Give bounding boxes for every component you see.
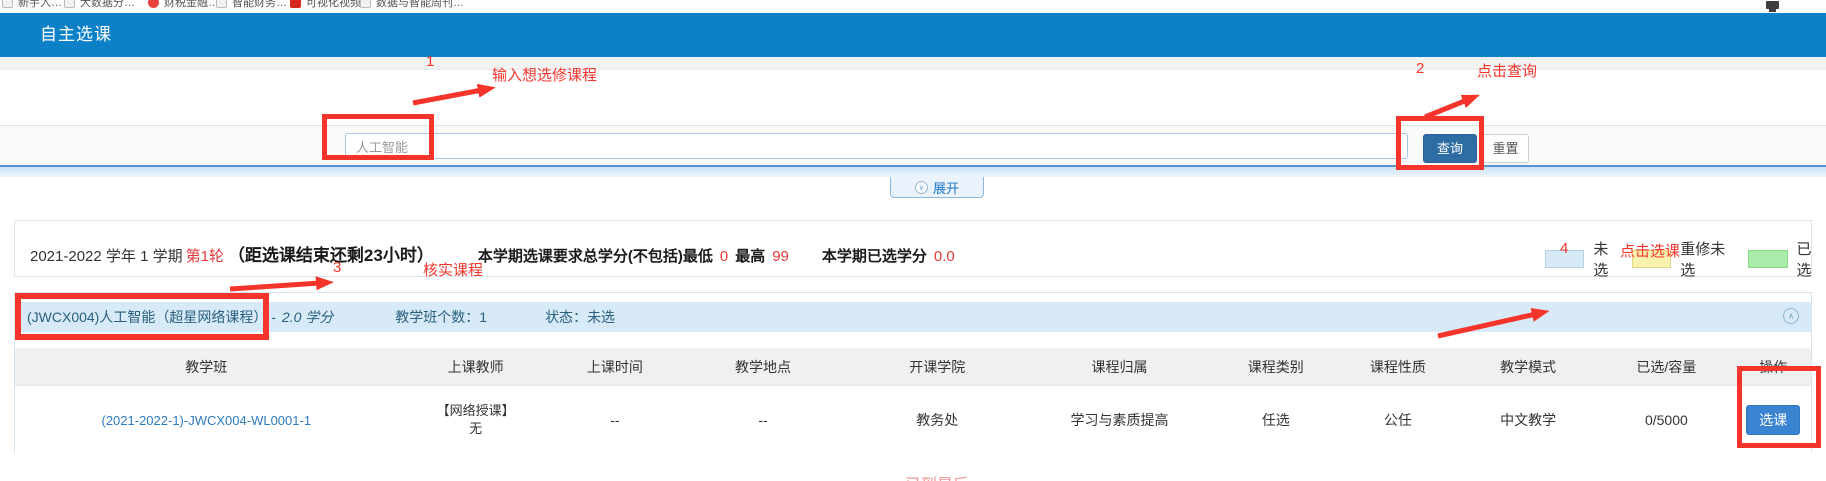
location-cell: -- [676, 412, 850, 428]
col-header-category: 课程类别 [1215, 357, 1337, 377]
subheader-strip [0, 57, 1826, 70]
bookmark-item[interactable]: 可视化视频 [290, 0, 361, 12]
bookmark-favicon [64, 0, 75, 8]
time-cell: -- [554, 412, 676, 428]
annotation-rect-search-input [322, 114, 434, 160]
bookmark-favicon [216, 0, 227, 8]
bookmark-label: 数据与智能周刊… [376, 0, 464, 10]
expand-filters-tab[interactable]: ∨ 展开 [890, 177, 984, 198]
bookmark-favicon [2, 0, 13, 8]
legend-label-selected: 已选 [1797, 238, 1826, 280]
teacher-name: 无 [398, 420, 554, 438]
class-count-label: 教学班个数： [395, 307, 479, 327]
annotation-step2-label: 点击查询 [1477, 60, 1537, 81]
course-status-value: 未选 [587, 307, 615, 327]
teacher-tag: 【网络授课】 [398, 402, 554, 420]
term-label: 2021-2022 学年 1 学期 [30, 245, 183, 266]
status-legend: 未选 重修未选 已选 [1545, 238, 1826, 280]
bookmark-favicon-red-square [290, 0, 301, 8]
col-header-capacity: 已选/容量 [1597, 357, 1735, 377]
bookmark-item[interactable]: 智能财务… [216, 0, 287, 12]
legend-label-retake: 重修未选 [1680, 238, 1739, 280]
bookmark-favicon-red-dot [148, 0, 159, 8]
bookmark-label: 新手入… [18, 0, 62, 10]
semester-info-line: 2021-2022 学年 1 学期 第1轮 （距选课结束还剩23小时） 本学期选… [30, 241, 962, 266]
bookmark-item[interactable]: 大数据分… [64, 0, 135, 12]
max-credit-value: 99 [772, 248, 789, 265]
category-cell: 任选 [1215, 410, 1337, 430]
annotation-rect-query-button [1396, 116, 1484, 170]
college-cell: 教务处 [850, 410, 1024, 430]
selected-credit-label: 本学期已选学分 [822, 245, 927, 266]
max-credit-label: 最高 [735, 245, 765, 266]
course-search-input[interactable] [345, 133, 1408, 159]
capacity-cell: 0/5000 [1597, 412, 1735, 428]
annotation-step3-label: 核实课程 [423, 259, 483, 280]
bookmark-item[interactable]: 财税金融… [148, 0, 219, 12]
bookmark-favicon [360, 0, 371, 8]
class-table-header: 教学班 上课教师 上课时间 教学地点 开课学院 课程归属 课程类别 课程性质 教… [15, 348, 1811, 386]
bookmark-item[interactable]: 数据与智能周刊… [360, 0, 464, 12]
annotation-arrow-2 [1415, 88, 1495, 123]
min-credit-value: 0 [720, 248, 728, 265]
course-credits: 2.0 学分 [282, 307, 333, 327]
mode-cell: 中文教学 [1459, 410, 1597, 430]
col-header-affiliation: 课程归属 [1024, 357, 1214, 377]
class-code-link[interactable]: (2021-2022-1)-JWCX004-WL0001-1 [102, 413, 312, 428]
credit-requirement-label: 本学期选课要求总学分(不包括)最低 [478, 245, 713, 266]
end-of-list-text: 已到最后 [905, 471, 969, 481]
bookmark-item[interactable]: 新手入… [2, 0, 62, 12]
annotation-rect-course-title [15, 293, 269, 340]
annotation-step1-number: 1 [426, 53, 434, 70]
reset-button[interactable]: 重置 [1482, 134, 1529, 163]
bookmark-label: 智能财务… [232, 0, 287, 10]
filter-collapse-band [0, 165, 1826, 177]
col-header-time: 上课时间 [554, 357, 676, 377]
chevron-down-icon: ∨ [915, 181, 928, 194]
round-label: 第1轮 [186, 245, 224, 266]
annotation-arrow-4 [1428, 300, 1568, 342]
teacher-cell: 【网络授课】 无 [398, 402, 554, 438]
annotation-step4-label: 点击选课 [1620, 240, 1680, 261]
annotation-rect-action-column [1737, 366, 1821, 448]
bookmark-label: 财税金融… [164, 0, 219, 10]
class-count-value: 1 [479, 309, 487, 325]
app-header: 自主选课 [0, 13, 1826, 57]
legend-swatch-selected [1748, 250, 1787, 268]
browser-bookmarks-bar: 新手入… 大数据分… 财税金融… 智能财务… 可视化视频 数据与智能周刊… [0, 0, 1826, 13]
course-status-label: 状态： [545, 307, 587, 327]
expand-tab-label: 展开 [933, 178, 959, 197]
affiliation-cell: 学习与素质提高 [1024, 410, 1214, 430]
legend-label-unselected: 未选 [1593, 238, 1623, 280]
class-table-row: (2021-2022-1)-JWCX004-WL0001-1 【网络授课】 无 … [15, 386, 1811, 453]
bookmark-label: 可视化视频 [306, 0, 361, 10]
col-header-nature: 课程性质 [1337, 357, 1459, 377]
bookmark-label: 大数据分… [80, 0, 135, 10]
col-header-mode: 教学模式 [1459, 357, 1597, 377]
course-selection-page: 新手入… 大数据分… 财税金融… 智能财务… 可视化视频 数据与智能周刊… 自主… [0, 0, 1826, 481]
col-header-class: 教学班 [15, 357, 398, 377]
monitor-icon[interactable] [1766, 1, 1779, 9]
col-header-teacher: 上课教师 [398, 357, 554, 377]
col-header-location: 教学地点 [676, 357, 850, 377]
annotation-arrow-1 [400, 80, 510, 110]
selected-credit-value: 0.0 [934, 248, 955, 265]
annotation-step4-number: 4 [1560, 240, 1568, 257]
annotation-step2-number: 2 [1416, 60, 1424, 77]
page-title: 自主选课 [40, 13, 112, 57]
annotation-arrow-3 [220, 272, 350, 298]
countdown-label: （距选课结束还剩23小时） [228, 241, 434, 266]
col-header-college: 开课学院 [850, 357, 1024, 377]
nature-cell: 公任 [1337, 410, 1459, 430]
collapse-course-icon[interactable]: ∧ [1783, 308, 1799, 324]
